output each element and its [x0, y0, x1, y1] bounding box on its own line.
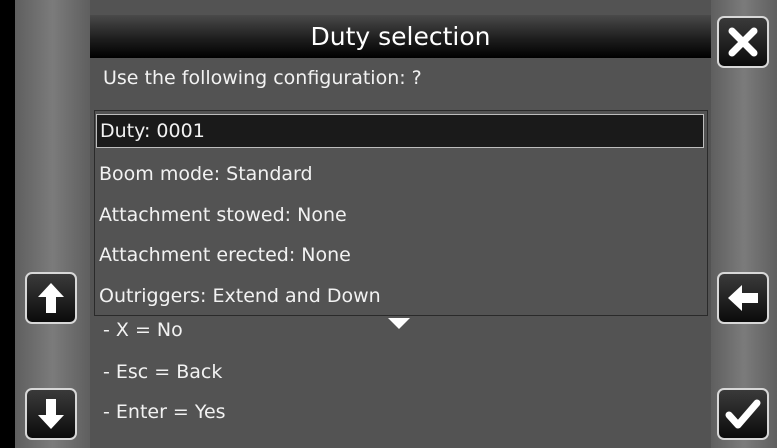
- arrow-down-icon: [38, 399, 64, 429]
- arrow-up-icon: [38, 283, 64, 313]
- list-item-attachment-stowed[interactable]: Attachment stowed: None: [99, 198, 347, 232]
- arrow-left-icon: [728, 285, 758, 311]
- close-button[interactable]: [717, 16, 769, 68]
- hint-back: - Esc = Back: [103, 361, 223, 383]
- back-button[interactable]: [717, 272, 769, 324]
- scroll-down-button[interactable]: [25, 388, 77, 440]
- left-button-panel: [15, 0, 90, 448]
- list-item-outriggers[interactable]: Outriggers: Extend and Down: [99, 279, 381, 313]
- checkmark-icon: [725, 399, 761, 429]
- hint-yes: - Enter = Yes: [103, 401, 226, 423]
- config-list[interactable]: Duty: 0001 Boom mode: Standard Attachmen…: [94, 110, 708, 316]
- dialog-title: Duty selection: [90, 15, 711, 58]
- list-item-attachment-erected[interactable]: Attachment erected: None: [99, 238, 351, 272]
- scroll-up-button[interactable]: [25, 272, 77, 324]
- close-icon: [728, 27, 758, 57]
- hint-no: - X = No: [103, 319, 183, 341]
- list-item-duty[interactable]: Duty: 0001: [96, 114, 704, 148]
- list-item-boom-mode[interactable]: Boom mode: Standard: [99, 157, 313, 191]
- scroll-more-indicator-icon: [388, 318, 410, 329]
- dialog-prompt: Use the following configuration: ?: [103, 67, 422, 89]
- confirm-button[interactable]: [717, 388, 769, 440]
